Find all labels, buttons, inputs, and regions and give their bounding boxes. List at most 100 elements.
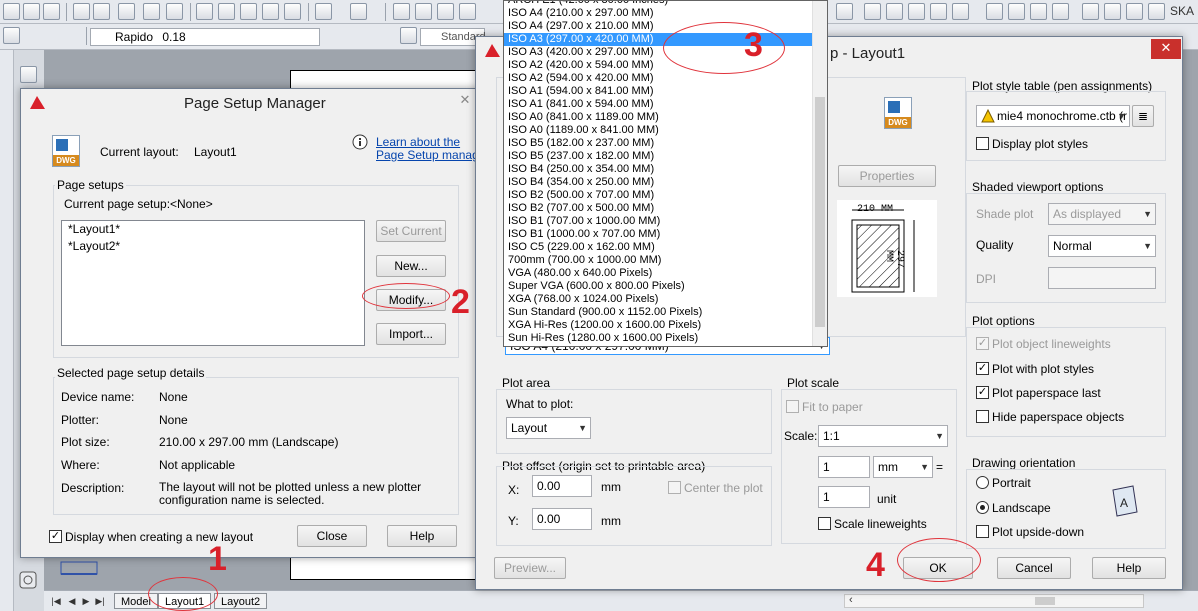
redo-icon[interactable] bbox=[350, 3, 367, 20]
paper-size-option[interactable]: 700mm (700.00 x 1000.00 MM) bbox=[504, 254, 813, 267]
y-offset-input[interactable]: 0.00 bbox=[532, 508, 592, 530]
fit-to-paper-checkbox[interactable] bbox=[786, 400, 799, 413]
open-icon[interactable] bbox=[23, 3, 40, 20]
scroll-left-icon[interactable]: ‹ bbox=[849, 594, 853, 606]
dim-update-icon[interactable] bbox=[1126, 3, 1143, 20]
paper-size-option[interactable]: Super VGA (600.00 x 800.00 Pixels) bbox=[504, 280, 813, 293]
landscape-radio[interactable] bbox=[976, 501, 989, 514]
import-button[interactable]: Import... bbox=[376, 323, 446, 345]
paper-size-option[interactable]: ISO B5 (182.00 x 237.00 MM) bbox=[504, 137, 813, 150]
scale-lineweights-checkbox[interactable] bbox=[818, 517, 831, 530]
scrollbar-thumb[interactable] bbox=[1035, 597, 1055, 605]
dim-baseline-icon[interactable] bbox=[908, 3, 925, 20]
dim-style-icon[interactable] bbox=[1148, 3, 1165, 20]
plot-preview-icon[interactable] bbox=[93, 3, 110, 20]
hide-paperspace-checkbox[interactable] bbox=[976, 410, 989, 423]
new-button[interactable]: New... bbox=[376, 255, 446, 277]
paper-size-option[interactable]: ISO A1 (841.00 x 594.00 MM) bbox=[504, 98, 813, 111]
last-tab-icon[interactable]: ▶| bbox=[94, 594, 106, 608]
paper-size-option[interactable]: ISO A0 (841.00 x 1189.00 MM) bbox=[504, 111, 813, 124]
plot-lineweights-checkbox[interactable]: ✓ bbox=[976, 337, 989, 350]
zoom-previous-icon[interactable] bbox=[459, 3, 476, 20]
paper-size-option[interactable]: VGA (480.00 x 640.00 Pixels) bbox=[504, 267, 813, 280]
paper-size-option[interactable]: ISO B1 (707.00 x 1000.00 MM) bbox=[504, 215, 813, 228]
dim-edit-icon[interactable] bbox=[1082, 3, 1099, 20]
list-item[interactable]: *Layout2* bbox=[62, 238, 364, 255]
tolerance-icon[interactable] bbox=[986, 3, 1003, 20]
globe-icon[interactable] bbox=[143, 3, 160, 20]
properties-button[interactable]: Properties bbox=[838, 165, 936, 187]
scale-numerator-input[interactable]: 1 bbox=[818, 456, 870, 478]
what-to-plot-combo[interactable]: Layout ▼ bbox=[506, 417, 591, 439]
dropdown-scrollbar[interactable] bbox=[812, 1, 827, 346]
paper-size-option[interactable]: ISO A4 (210.00 x 297.00 MM) bbox=[504, 7, 813, 20]
preview-button[interactable]: Preview... bbox=[494, 557, 566, 579]
prev-tab-icon[interactable]: ◀ bbox=[66, 594, 78, 608]
paperspace-last-checkbox[interactable]: ✓ bbox=[976, 386, 989, 399]
pan-icon[interactable] bbox=[393, 3, 410, 20]
display-checkbox[interactable]: ✓ bbox=[49, 530, 62, 543]
paper-size-option[interactable]: ISO B2 (500.00 x 707.00 MM) bbox=[504, 189, 813, 202]
text-style-icon[interactable] bbox=[400, 27, 417, 44]
dim-text-edit-icon[interactable] bbox=[1104, 3, 1121, 20]
edit-plot-style-button[interactable]: ≣ bbox=[1132, 105, 1154, 127]
paper-size-option[interactable]: XGA Hi-Res (1200.00 x 1600.00 Pixels) bbox=[504, 319, 813, 332]
page-setups-list[interactable]: *Layout1* *Layout2* bbox=[61, 220, 365, 346]
edit-icon[interactable] bbox=[166, 3, 183, 20]
zoom-realtime-icon[interactable] bbox=[415, 3, 432, 20]
match-properties-icon[interactable] bbox=[262, 3, 279, 20]
publish-icon[interactable] bbox=[118, 3, 135, 20]
cancel-button[interactable]: Cancel bbox=[997, 557, 1071, 579]
help-button[interactable]: Help bbox=[1092, 557, 1166, 579]
cut-icon[interactable] bbox=[196, 3, 213, 20]
upside-down-checkbox[interactable] bbox=[976, 525, 989, 538]
paper-size-option[interactable]: ISO A0 (1189.00 x 841.00 MM) bbox=[504, 124, 813, 137]
layer-combo[interactable]: Rapido 0.18 bbox=[90, 28, 320, 46]
center-mark-icon[interactable] bbox=[1008, 3, 1025, 20]
paper-size-option[interactable]: ISO B1 (1000.00 x 707.00 MM) bbox=[504, 228, 813, 241]
paper-size-option[interactable]: ARCH E1 (42.00 x 30.00 Inches) bbox=[504, 1, 813, 7]
scale-denominator-input[interactable]: 1 bbox=[818, 486, 870, 508]
center-plot-checkbox[interactable] bbox=[668, 481, 681, 494]
paper-size-option[interactable]: ISO C5 (229.00 x 162.00 MM) bbox=[504, 241, 813, 254]
properties-icon[interactable] bbox=[836, 3, 853, 20]
paper-size-option[interactable]: ISO B2 (707.00 x 500.00 MM) bbox=[504, 202, 813, 215]
paper-size-option[interactable]: XGA (768.00 x 1024.00 Pixels) bbox=[504, 293, 813, 306]
layer-manager-icon[interactable] bbox=[3, 27, 20, 44]
jogged-linear-icon[interactable] bbox=[1052, 3, 1069, 20]
horizontal-scrollbar[interactable]: ‹ bbox=[844, 594, 1144, 608]
paper-size-option[interactable]: ISO B4 (250.00 x 354.00 MM) bbox=[504, 163, 813, 176]
tab-layout2[interactable]: Layout2 bbox=[214, 593, 268, 609]
plot-with-styles-checkbox[interactable]: ✓ bbox=[976, 362, 989, 375]
plot-style-combo[interactable]: mie4 monochrome.ctb (r ▼ bbox=[976, 105, 1130, 127]
close-button[interactable]: Close bbox=[297, 525, 367, 547]
learn-link-line2[interactable]: Page Setup manager bbox=[376, 148, 489, 162]
plot-icon[interactable] bbox=[73, 3, 90, 20]
dropdown-scroll-thumb[interactable] bbox=[815, 97, 825, 327]
brush-icon[interactable] bbox=[20, 66, 37, 83]
block-editor-icon[interactable] bbox=[284, 3, 301, 20]
scale-units-combo[interactable]: mm ▼ bbox=[873, 456, 933, 478]
copy-icon[interactable] bbox=[218, 3, 235, 20]
portrait-radio[interactable] bbox=[976, 476, 989, 489]
scale-combo[interactable]: 1:1 ▼ bbox=[818, 425, 948, 447]
display-plot-styles-checkbox[interactable] bbox=[976, 137, 989, 150]
dim-ordinate-icon[interactable] bbox=[952, 3, 969, 20]
paper-size-option[interactable]: ISO A2 (594.00 x 420.00 MM) bbox=[504, 72, 813, 85]
paper-size-option[interactable]: Sun Standard (900.00 x 1152.00 Pixels) bbox=[504, 306, 813, 319]
zoom-window-icon[interactable] bbox=[437, 3, 454, 20]
dpi-input[interactable] bbox=[1048, 267, 1156, 289]
list-item[interactable]: *Layout1* bbox=[62, 221, 364, 238]
shade-plot-combo[interactable]: As displayed ▼ bbox=[1048, 203, 1156, 225]
help-button[interactable]: Help bbox=[387, 525, 457, 547]
new-file-icon[interactable] bbox=[3, 3, 20, 20]
ps-close-icon[interactable]: ✕ bbox=[1151, 39, 1181, 59]
undo-icon[interactable] bbox=[315, 3, 332, 20]
psm-close-icon[interactable]: ✕ bbox=[453, 91, 477, 111]
set-current-button[interactable]: Set Current bbox=[376, 220, 446, 242]
inspect-icon[interactable] bbox=[1030, 3, 1047, 20]
dim-aligned-icon[interactable] bbox=[886, 3, 903, 20]
learn-link-line1[interactable]: Learn about the bbox=[376, 135, 460, 149]
save-icon[interactable] bbox=[43, 3, 60, 20]
quality-combo[interactable]: Normal ▼ bbox=[1048, 235, 1156, 257]
